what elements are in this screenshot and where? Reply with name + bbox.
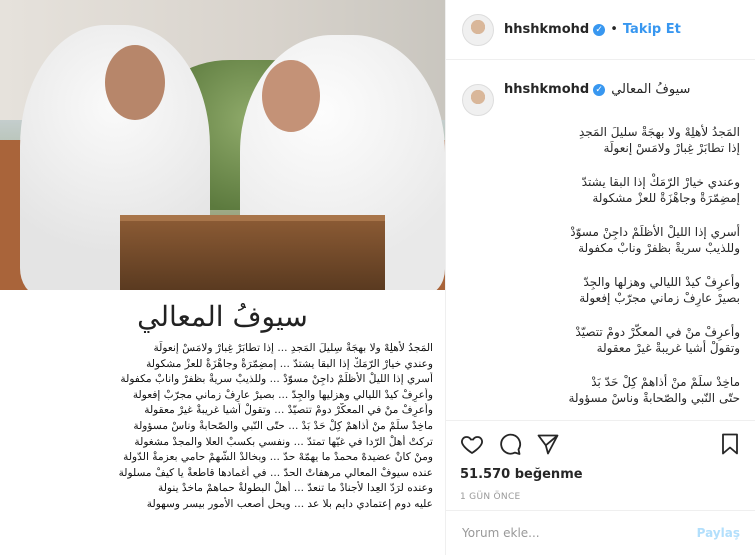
caption-line: أسري إذا الليلْ الأظلَمْ داجِنْ مسوّدْ (570, 225, 740, 239)
poem-line: تركتْ أهلْ الرّدا في غيّها تمتدّ ... ونف… (134, 435, 433, 448)
caption-line: وتقولْ أشيا غريبةْ غيرْ معقولة (596, 341, 740, 355)
caption-line: إذا تطابَرْ غِبارْ ولامَسْ إنعولَة (603, 141, 740, 155)
post-timestamp[interactable]: 1 GÜN ÖNCE (460, 492, 742, 502)
caption-stanza: المَجدُ لأهلِهْ ولا بهجَةْ سليلَ المَجدِ… (508, 124, 740, 156)
post-header: hhshkmohd ✓ • Takip Et (446, 0, 755, 60)
caption-body: المَجدُ لأهلِهْ ولا بهجَةْ سليلَ المَجدِ… (508, 124, 740, 406)
poem-line: وعنده لرَدّ العِدا لأجنادْ ما تنعدّ ... … (158, 482, 433, 495)
share-icon[interactable] (536, 432, 560, 456)
poem-line: عليه دوم إعتمادي دايم بلا عد ... ويحل أص… (146, 497, 433, 510)
post-comment-button[interactable]: Paylaş (697, 526, 740, 540)
caption-stanza: وأعرِفْ كيدْ الليالي وهزلها والجِدّ بصير… (508, 274, 740, 306)
poem-line: المَجدُ لأهلِهْ ولا بهجَةْ سِليلَ المَجد… (153, 342, 433, 354)
caption-line: وأعرِفْ كيدْ الليالي وهزلها والجِدّ (583, 275, 740, 289)
follow-button[interactable]: Takip Et (623, 22, 681, 37)
verified-badge-icon: ✓ (593, 23, 606, 36)
caption-line: بصيرْ عارِفْ زماني مجرّبْ إفعولة (579, 291, 740, 305)
caption-line: وأعرِفْ منْ في المعكّرْ دومْ تتصيّدْ (575, 325, 740, 339)
poem-lines: المَجدُ لأهلِهْ ولا بهجَةْ سِليلَ المَجد… (12, 341, 433, 513)
avatar[interactable] (462, 84, 494, 116)
likes-count[interactable]: 51.570 beğenme (460, 467, 742, 482)
caption-stanza: وأعرِفْ منْ في المعكّرْ دومْ تتصيّدْ وتق… (508, 324, 740, 356)
poem-line: ماخِدْ سلَمْ منْ أذاهمْ كِلْ حَدْ بَدْ .… (133, 419, 433, 432)
poem-line: عنده سيوفْ المعالي مرهفاتْ الحدّ ... في … (118, 466, 433, 479)
caption-line: ماخِدْ سلَمْ منْ أذاهمْ كِلْ حَدّ بَدْ (591, 375, 740, 389)
poem-title: سيوفُ المعالي (137, 300, 308, 333)
comment-form: Paylaş (446, 510, 755, 555)
post-actions: 51.570 beğenme 1 GÜN ÖNCE (446, 420, 755, 502)
caption-line: وللذيبْ سريةْ بظفرْ ونابْ مكفولة (578, 241, 740, 255)
comment-icon[interactable] (498, 432, 522, 456)
caption-stanza: ماخِدْ سلَمْ منْ أذاهمْ كِلْ حَدّ بَدْ ح… (508, 374, 740, 406)
caption-area[interactable]: hhshkmohd ✓ سيوفُ المعالي المَجدُ لأهلِه… (446, 60, 755, 420)
poem-line: أسري إذا الليلْ الأظلَمْ داجِنْ مسوّدْ .… (120, 373, 433, 386)
post-panel: hhshkmohd ✓ • Takip Et hhshkmohd ✓ سيوفُ… (445, 0, 755, 555)
caption-line: حتّى النّبي والصّحابةْ وناسْ مسؤولة (568, 391, 740, 405)
post-media[interactable]: سيوفُ المعالي المَجدُ لأهلِهْ ولا بهجَةْ… (0, 0, 445, 555)
poem-card: سيوفُ المعالي المَجدُ لأهلِهْ ولا بهجَةْ… (0, 290, 445, 555)
poem-line: وأعرِفْ منْ في المعكّرْ دومْ تتصيّدْ ...… (144, 404, 433, 417)
caption-line: المَجدُ لأهلِهْ ولا بهجَةْ سليلَ المَجدِ (578, 125, 740, 139)
poem-line: ومنْ كانْ عضيدهْ محمدْ ما يهمّهْ حدّ ...… (123, 451, 433, 464)
caption-line: إمضِمّرَةْ وجاهْزَةْ للعزْ مشكولة (592, 191, 740, 205)
caption-username-link[interactable]: hhshkmohd (504, 82, 589, 97)
separator-dot: • (610, 22, 618, 37)
verified-badge-icon: ✓ (593, 83, 606, 96)
caption-stanza: أسري إذا الليلْ الأظلَمْ داجِنْ مسوّدْ و… (508, 224, 740, 256)
caption-stanza: وعندي خيارْ الرّمَكْ إذا البقا يشتدّ إمض… (508, 174, 740, 206)
username-link[interactable]: hhshkmohd (504, 22, 589, 37)
avatar[interactable] (462, 13, 494, 46)
caption-line: وعندي خيارْ الرّمَكْ إذا البقا يشتدّ (581, 175, 740, 189)
poem-line: وعندي خيارْ الرّمَكْ إذا البقا يشتدّ ...… (146, 357, 433, 370)
caption-title: سيوفُ المعالي (611, 82, 691, 97)
post-photo (0, 0, 445, 290)
comment-input[interactable] (462, 526, 697, 540)
bookmark-icon[interactable] (718, 432, 742, 456)
poem-line: وأعرِفْ كيدْ الليالي وهزليها والجِدّ ...… (132, 388, 433, 401)
heart-icon[interactable] (460, 432, 484, 456)
